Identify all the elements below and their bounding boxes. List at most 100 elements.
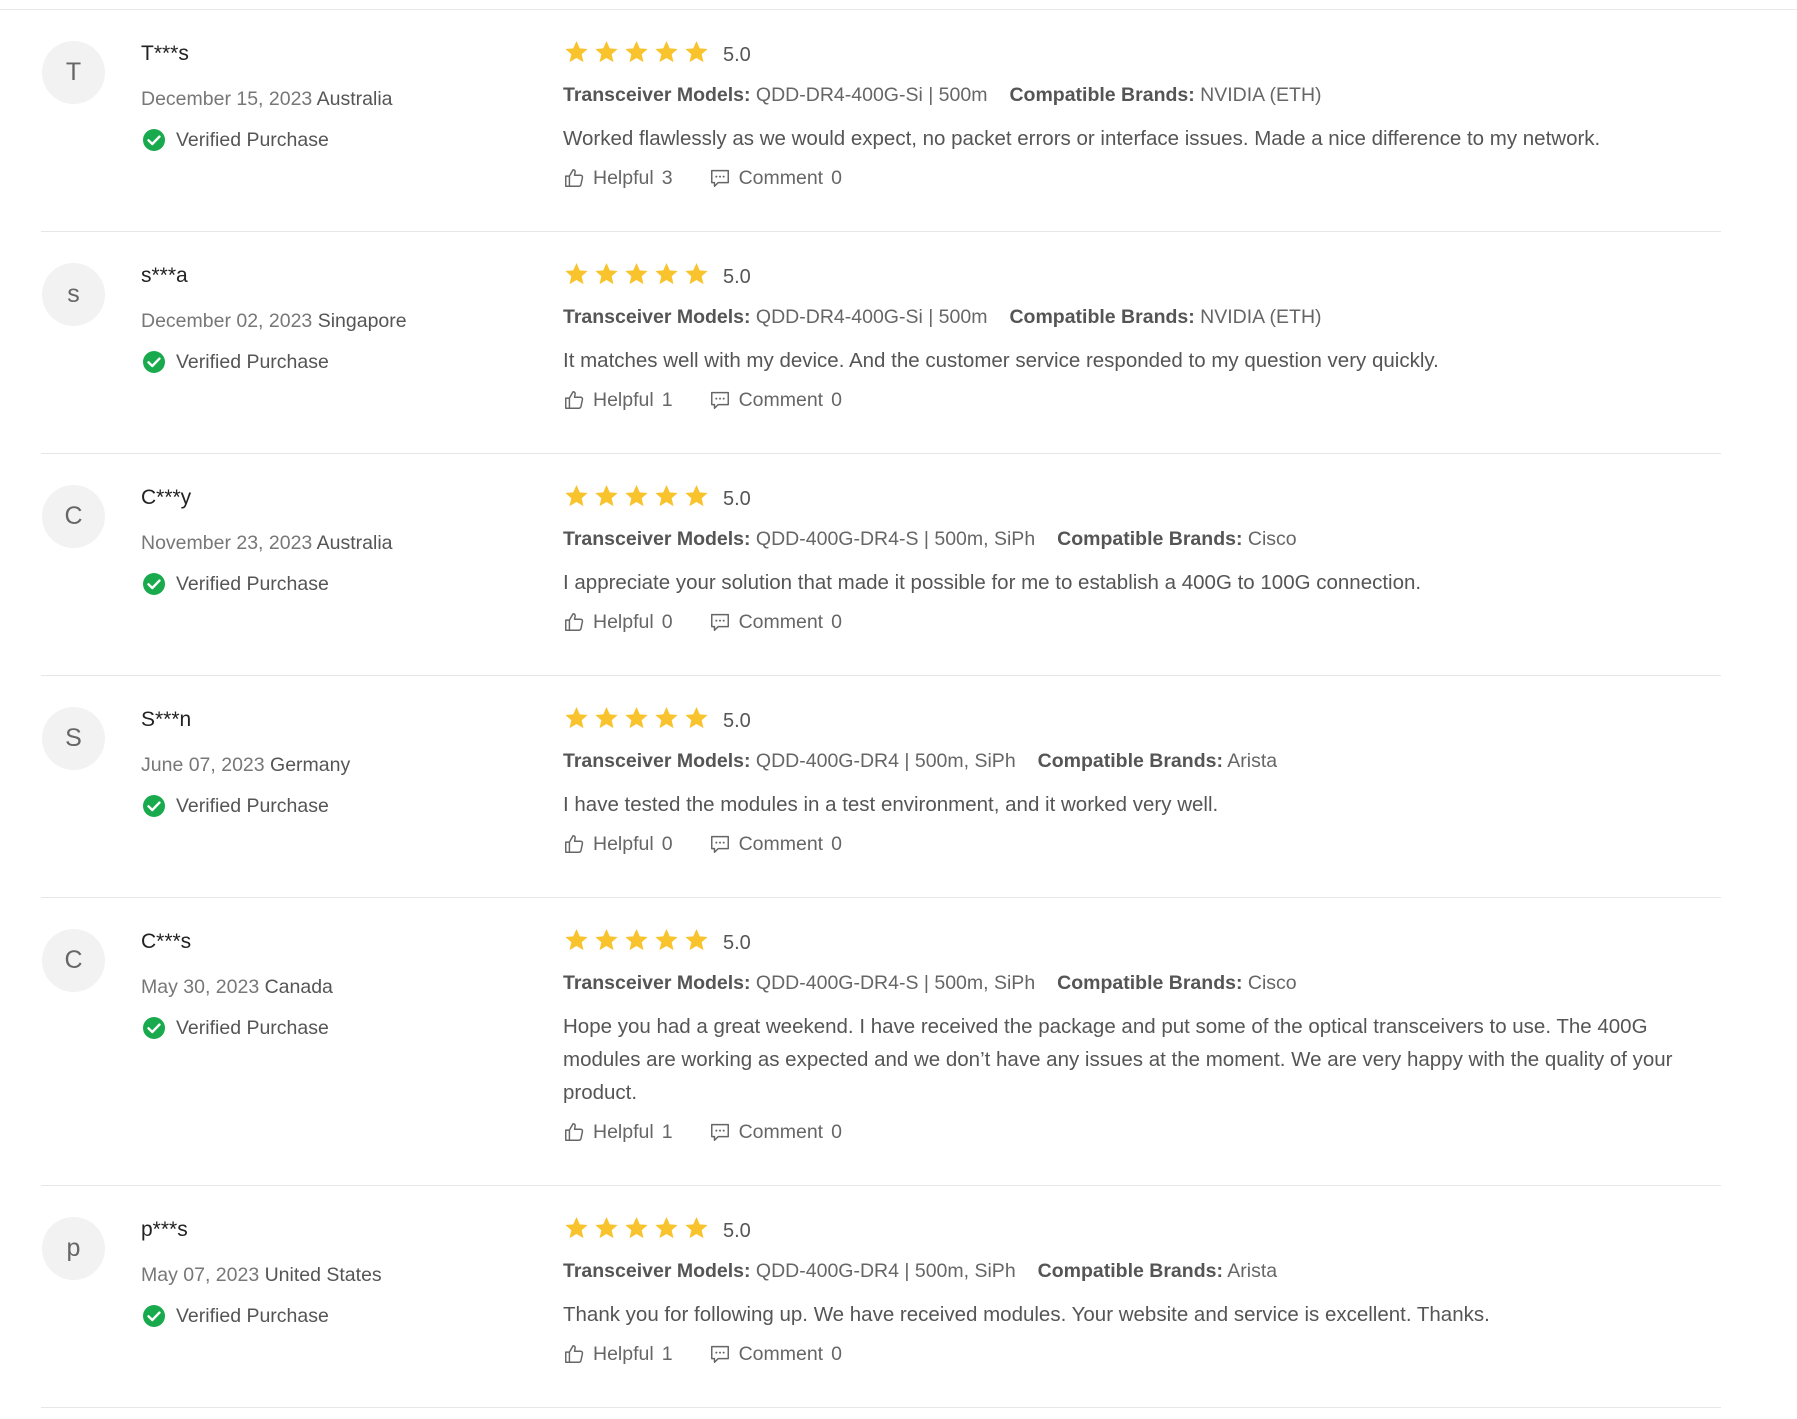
check-circle-icon bbox=[143, 795, 165, 817]
review-text: It matches well with my device. And the … bbox=[563, 349, 1439, 372]
avatar: C bbox=[42, 929, 105, 992]
thumbs-up-icon bbox=[565, 1345, 584, 1363]
stars-group bbox=[563, 927, 713, 959]
comment-button[interactable]: Comment 0 bbox=[709, 1343, 842, 1366]
star-icon bbox=[595, 263, 618, 285]
review-text: Hope you had a great weekend. I have rec… bbox=[563, 1015, 1673, 1104]
review-date: December 02, 2023 bbox=[141, 310, 313, 332]
comment-button[interactable]: Comment 0 bbox=[709, 167, 842, 190]
thumbs-up-icon bbox=[565, 613, 584, 631]
helpful-count: 0 bbox=[661, 610, 673, 633]
reviewer-name: S***n bbox=[141, 708, 192, 731]
helpful-label: Helpful bbox=[593, 1120, 654, 1143]
review-text: I have tested the modules in a test envi… bbox=[563, 793, 1219, 816]
models-label: Transceiver Models: bbox=[563, 84, 751, 106]
brands-value: NVIDIA (ETH) bbox=[1200, 306, 1322, 328]
comment-label: Comment bbox=[738, 166, 824, 189]
helpful-label: Helpful bbox=[593, 388, 654, 411]
brands-value: Arista bbox=[1227, 1260, 1278, 1282]
review-country: Singapore bbox=[317, 310, 407, 332]
review-country: Australia bbox=[316, 88, 393, 110]
thumbs-up-icon bbox=[565, 835, 584, 853]
stars-group bbox=[563, 1215, 713, 1247]
review-text: Thank you for following up. We have rece… bbox=[563, 1303, 1490, 1326]
review-item: T T***s December 15, 2023 Australia Veri… bbox=[41, 10, 1721, 232]
check-circle-icon bbox=[143, 129, 165, 151]
star-icon bbox=[595, 707, 618, 729]
star-icon bbox=[655, 929, 678, 951]
star-icon bbox=[625, 263, 648, 285]
models-label: Transceiver Models: bbox=[563, 1260, 751, 1282]
stars-group bbox=[563, 39, 713, 71]
star-rating: 5.0 bbox=[563, 262, 1723, 292]
helpful-button[interactable]: Helpful 1 bbox=[563, 1121, 673, 1144]
helpful-label: Helpful bbox=[593, 832, 654, 855]
brands-value: Arista bbox=[1227, 750, 1278, 772]
review-country: Australia bbox=[316, 532, 393, 554]
comment-button[interactable]: Comment 0 bbox=[709, 833, 842, 856]
star-icon bbox=[565, 1217, 588, 1239]
verified-purchase-badge: Verified Purchase bbox=[142, 793, 329, 819]
review-actions: Helpful 1 Comment 0 bbox=[563, 1117, 1723, 1147]
helpful-button[interactable]: Helpful 1 bbox=[563, 1343, 673, 1366]
star-icon bbox=[685, 929, 708, 951]
product-specs: Transceiver Models: QDD-DR4-400G-Si | 50… bbox=[563, 82, 1723, 108]
comment-label: Comment bbox=[738, 1120, 824, 1143]
check-circle-icon bbox=[143, 1017, 165, 1039]
helpful-button[interactable]: Helpful 0 bbox=[563, 611, 673, 634]
review-country: Germany bbox=[270, 754, 351, 776]
models-label: Transceiver Models: bbox=[563, 750, 751, 772]
review-meta: December 02, 2023 Singapore bbox=[141, 308, 407, 334]
comment-icon bbox=[710, 835, 729, 853]
star-icon bbox=[595, 485, 618, 507]
helpful-button[interactable]: Helpful 3 bbox=[563, 167, 673, 190]
star-icon bbox=[625, 929, 648, 951]
comment-icon bbox=[710, 1123, 729, 1141]
models-label: Transceiver Models: bbox=[563, 972, 751, 994]
avatar: C bbox=[42, 485, 105, 548]
helpful-button[interactable]: Helpful 0 bbox=[563, 833, 673, 856]
verified-label: Verified Purchase bbox=[176, 351, 329, 373]
comment-count: 0 bbox=[831, 1120, 842, 1143]
star-icon bbox=[595, 1217, 618, 1239]
review-actions: Helpful 3 Comment 0 bbox=[563, 163, 1723, 193]
product-specs: Transceiver Models: QDD-DR4-400G-Si | 50… bbox=[563, 304, 1723, 330]
review-date: December 15, 2023 bbox=[141, 88, 313, 110]
check-circle-icon bbox=[143, 1305, 165, 1327]
star-icon bbox=[565, 41, 588, 63]
helpful-button[interactable]: Helpful 1 bbox=[563, 389, 673, 412]
avatar: S bbox=[42, 707, 105, 770]
comment-button[interactable]: Comment 0 bbox=[709, 611, 842, 634]
star-icon bbox=[685, 485, 708, 507]
star-icon bbox=[595, 41, 618, 63]
models-value: QDD-400G-DR4-S | 500m, SiPh bbox=[755, 972, 1036, 994]
models-label: Transceiver Models: bbox=[563, 306, 751, 328]
verified-label: Verified Purchase bbox=[176, 573, 329, 595]
comment-label: Comment bbox=[738, 610, 824, 633]
verified-label: Verified Purchase bbox=[176, 129, 329, 151]
star-rating: 5.0 bbox=[563, 928, 1723, 958]
helpful-label: Helpful bbox=[593, 1342, 654, 1365]
avatar: s bbox=[42, 263, 105, 326]
helpful-count: 1 bbox=[661, 1120, 673, 1143]
comment-count: 0 bbox=[831, 832, 842, 855]
product-specs: Transceiver Models: QDD-400G-DR4 | 500m,… bbox=[563, 1258, 1723, 1284]
review-meta: June 07, 2023 Germany bbox=[141, 752, 350, 778]
comment-button[interactable]: Comment 0 bbox=[709, 389, 842, 412]
review-actions: Helpful 1 Comment 0 bbox=[563, 1339, 1723, 1369]
helpful-label: Helpful bbox=[593, 166, 654, 189]
star-icon bbox=[565, 707, 588, 729]
verified-label: Verified Purchase bbox=[176, 1017, 329, 1039]
rating-score: 5.0 bbox=[723, 487, 751, 510]
review-date: May 07, 2023 bbox=[141, 1264, 260, 1286]
comment-count: 0 bbox=[831, 1342, 842, 1365]
comment-button[interactable]: Comment 0 bbox=[709, 1121, 842, 1144]
rating-score: 5.0 bbox=[723, 43, 751, 66]
review-actions: Helpful 0 Comment 0 bbox=[563, 607, 1723, 637]
review-date: May 30, 2023 bbox=[141, 976, 260, 998]
comment-icon bbox=[710, 391, 729, 409]
comment-label: Comment bbox=[738, 1342, 824, 1365]
check-circle-icon bbox=[143, 351, 165, 373]
star-rating: 5.0 bbox=[563, 1216, 1723, 1246]
helpful-count: 3 bbox=[661, 166, 673, 189]
